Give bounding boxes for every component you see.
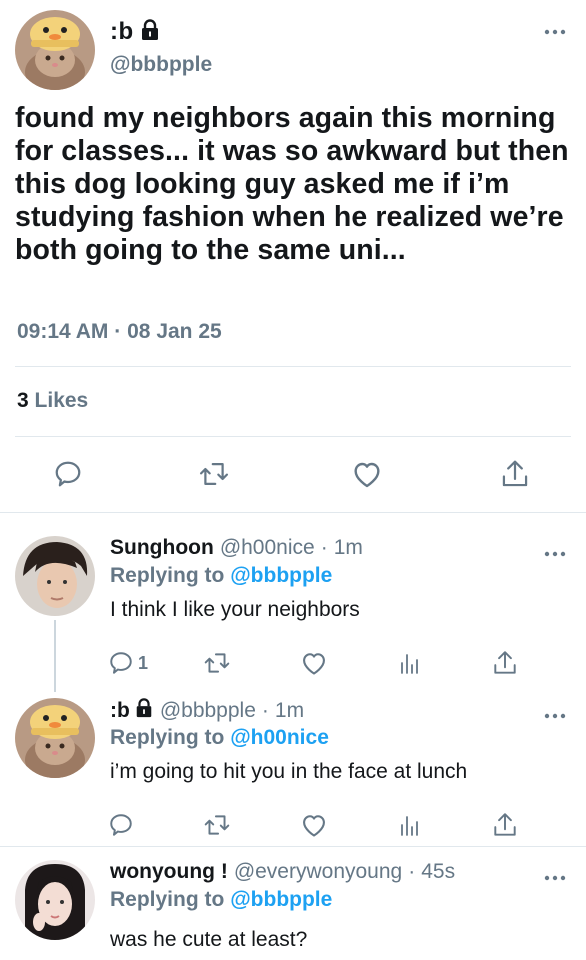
reply-time: 1m (333, 536, 363, 559)
analytics-icon[interactable] (398, 810, 422, 840)
retweet-icon[interactable] (203, 648, 231, 678)
reply-actions: 1 (0, 648, 586, 678)
reply-author-handle[interactable]: @h00nice (220, 536, 315, 560)
more-options-icon[interactable] (544, 22, 566, 40)
reply-icon[interactable] (108, 810, 134, 840)
lock-icon (139, 18, 161, 46)
more-options-icon[interactable] (544, 868, 566, 886)
reply-author-name[interactable]: wonyoung ! (110, 860, 228, 884)
reply-header: Sunghoon @h00nice · 1m (110, 536, 363, 560)
cat-avatar[interactable] (15, 10, 95, 90)
reply-text: was he cute at least? (110, 928, 308, 951)
replying-to-handle[interactable]: @h00nice (230, 726, 329, 749)
replying-to-handle[interactable]: @bbbpple (230, 564, 332, 587)
separator-dot: · (320, 536, 328, 559)
reply-text: I think I like your neighbors (110, 598, 360, 621)
tweet-time: 09:14 AM (17, 320, 109, 343)
reply-header: wonyoung ! @everywonyoung · 45s (110, 860, 455, 884)
separator-dot: · (114, 320, 122, 343)
reply-count: 1 (138, 652, 149, 673)
reply-author-handle[interactable]: @everywonyoung (234, 860, 402, 884)
sunghoon-avatar[interactable] (15, 536, 95, 616)
reply-item[interactable]: wonyoung ! @everywonyoung · 45s Replying… (0, 860, 586, 960)
like-icon[interactable] (347, 454, 387, 494)
reply-item[interactable]: :b @bbbpple · 1m Replying to @h00nice i’… (0, 698, 586, 838)
replying-prefix: Replying to (110, 888, 225, 911)
thread-line (54, 620, 56, 692)
replying-prefix: Replying to (110, 564, 225, 587)
separator-dot: · (261, 699, 269, 722)
author-display-name[interactable]: :b (110, 18, 134, 46)
divider (15, 436, 571, 437)
tweet-date: 08 Jan 25 (127, 320, 222, 343)
author-handle[interactable]: @bbbpple (110, 53, 212, 77)
reply-item[interactable]: Sunghoon @h00nice · 1m Replying to @bbbp… (0, 536, 586, 684)
replying-prefix: Replying to (110, 726, 225, 749)
reply-author-name[interactable]: Sunghoon (110, 536, 214, 560)
tweet-actions (0, 454, 586, 498)
share-icon[interactable] (492, 810, 518, 840)
likes-count: 3 (17, 389, 29, 412)
lock-icon (134, 698, 154, 724)
section-divider (0, 846, 586, 847)
main-tweet: :b @bbbpple found my neighbors again thi… (0, 0, 586, 512)
tweet-text: found my neighbors again this morning fo… (15, 102, 569, 266)
reply-actions (0, 810, 586, 840)
reply-author-handle[interactable]: @bbbpple (160, 699, 256, 723)
share-icon[interactable] (495, 454, 535, 494)
wonyoung-avatar[interactable] (15, 860, 95, 940)
likes-stat[interactable]: 3 Likes (17, 389, 88, 413)
replying-to: Replying to @bbbpple (110, 564, 332, 588)
retweet-icon[interactable] (203, 810, 231, 840)
reply-text: i’m going to hit you in the face at lunc… (110, 760, 468, 783)
reply-icon[interactable] (48, 454, 88, 494)
replying-to: Replying to @bbbpple (110, 888, 332, 912)
cat-avatar[interactable] (15, 698, 95, 778)
author-name-row: :b (110, 18, 161, 46)
section-divider (0, 512, 586, 513)
replying-to: Replying to @h00nice (110, 726, 329, 750)
reply-time: 1m (274, 699, 305, 722)
reply-header: :b @bbbpple · 1m (110, 698, 304, 724)
likes-label: Likes (34, 389, 89, 412)
reply-time: 45s (421, 860, 456, 883)
reply-author-name[interactable]: :b (110, 699, 130, 723)
like-icon[interactable] (300, 810, 328, 840)
like-icon[interactable] (300, 648, 328, 678)
divider (15, 366, 571, 367)
more-options-icon[interactable] (544, 706, 566, 724)
analytics-icon[interactable] (398, 648, 422, 678)
separator-dot: · (408, 860, 416, 883)
tweet-timestamp[interactable]: 09:14 AM · 08 Jan 25 (17, 320, 222, 344)
share-icon[interactable] (492, 648, 518, 678)
reply-icon[interactable]: 1 (108, 648, 148, 678)
retweet-icon[interactable] (194, 454, 234, 494)
more-options-icon[interactable] (544, 544, 566, 562)
replying-to-handle[interactable]: @bbbpple (230, 888, 332, 911)
